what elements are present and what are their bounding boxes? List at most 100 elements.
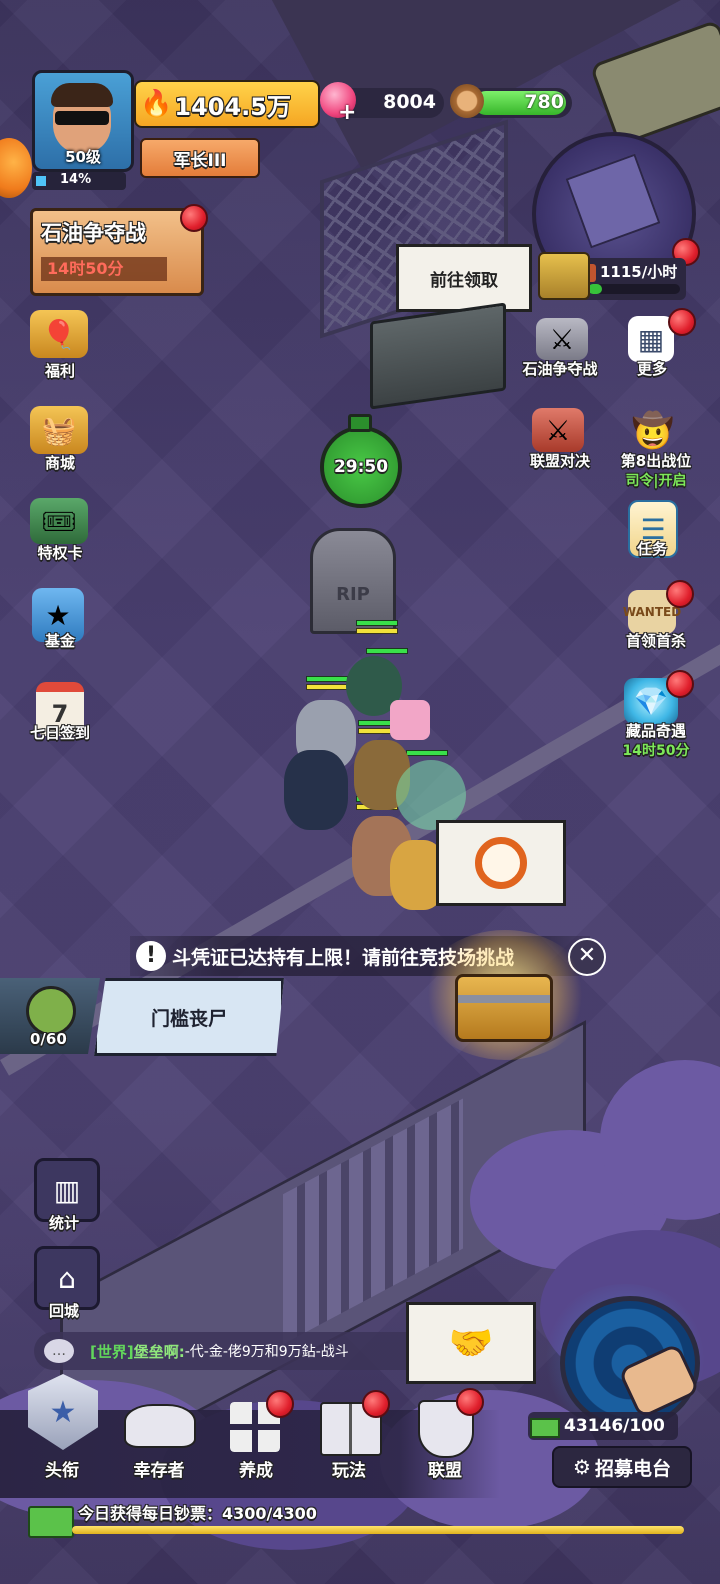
nav-item-alliance[interactable]: 联盟: [402, 1388, 488, 1490]
player-avatar[interactable]: 50级: [32, 70, 134, 172]
production-bar: [588, 284, 680, 294]
treasure-chest-icon[interactable]: [455, 974, 553, 1042]
oil-event-banner[interactable]: 石油争夺战 14时50分: [30, 208, 204, 296]
star-badge-icon: ★: [28, 1374, 98, 1450]
tombstone: RIP: [310, 528, 396, 634]
production-rate: 1115/小时: [600, 263, 678, 281]
hat-icon: [124, 1404, 196, 1448]
daily-cash-bar: [72, 1526, 684, 1534]
oil-pump-icon: [538, 252, 590, 300]
gem-value: 8004: [383, 91, 436, 113]
right-menu: ⚔ 石油争夺战 ▦ 更多 ⚔ 联盟对决 🤠 第8出战位 司令|开启 ☰ 任务 W…: [510, 308, 720, 776]
boss-red-dot: [666, 580, 694, 608]
crossed-swords-icon[interactable]: ⚔: [532, 408, 584, 452]
menu-label-fund: 基金: [44, 632, 75, 650]
enemy-progress: 0/60: [30, 1030, 67, 1048]
daily-cash-panel: 今日获得每日钞票：4300/4300: [28, 1500, 688, 1550]
menu-label-signin: 七日签到: [29, 724, 90, 742]
claim-bubble[interactable]: 前往领取: [396, 244, 532, 312]
hero-health-bar: [366, 648, 408, 654]
menu-label-collection: 藏品奇遇: [625, 722, 686, 740]
cash-stack-icon: [28, 1506, 74, 1538]
menu-label-oil-war: 石油争夺战: [522, 360, 598, 378]
tombstone-text: RIP: [336, 584, 370, 605]
oil-event-timer: 14时50分: [41, 257, 167, 281]
handshake-icon: 🤝: [448, 1323, 494, 1364]
menu-label-alliance-duel: 联盟对决: [529, 452, 590, 470]
chat-sender: 堡垒啊:: [133, 1342, 185, 1361]
rank-label: 军长III: [173, 150, 227, 171]
gear-icon: ⚙: [573, 1455, 591, 1479]
nav-label-title: 头衔: [45, 1461, 79, 1481]
privilege-card-icon[interactable]: 🎟: [30, 498, 88, 544]
hero-health-bar: [356, 620, 398, 626]
alliance-red-dot: [456, 1388, 484, 1416]
power-panel[interactable]: 🔥 1404.5万: [134, 80, 320, 128]
recruit-button[interactable]: ⚙ 招募电台: [552, 1446, 692, 1488]
hero-energy-bar: [356, 628, 398, 634]
nav-label-alliance: 联盟: [428, 1461, 462, 1481]
search-bubble[interactable]: [436, 820, 566, 906]
oil-war-icon[interactable]: ⚔: [536, 318, 588, 360]
stopwatch-countdown: 29:50: [333, 457, 389, 477]
return-label: 回城: [48, 1302, 79, 1320]
menu-sub-slot8: 司令|开启: [625, 473, 687, 489]
stopwatch-knob: [348, 414, 372, 432]
gameplay-red-dot: [362, 1390, 390, 1418]
minimap-base: [565, 153, 661, 249]
enemy-name-plate: 门槛丧尸: [94, 978, 284, 1056]
chat-channel: [世界]: [90, 1342, 134, 1361]
alliance-help-bubble[interactable]: 🤝: [406, 1302, 536, 1384]
daily-cash-fill: [72, 1526, 684, 1534]
rank-badge[interactable]: 军长III: [140, 138, 260, 178]
menu-label-welfare: 福利: [44, 362, 75, 380]
menu-label-slot8: 第8出战位: [620, 452, 692, 470]
stopwatch-icon[interactable]: 29:50: [320, 426, 402, 508]
left-menu: 🎈 福利 🧺 商城 🎟 特权卡 ★ 基金 7 七日签到: [20, 310, 100, 750]
chat-bar[interactable]: … [世界] 堡垒啊: -代-金-佬9万和9万鉆-战斗: [34, 1332, 454, 1370]
chat-message: -代-金-佬9万和9万鉆-战斗: [184, 1344, 349, 1360]
avatar-hair: [51, 83, 113, 107]
wood-value: 780: [524, 91, 564, 113]
gem-plus-icon[interactable]: +: [338, 100, 356, 125]
nav-item-gameplay[interactable]: 玩法: [306, 1390, 392, 1490]
cash-icon: [530, 1418, 560, 1438]
recruit-label: 招募电台: [594, 1457, 671, 1480]
warning-icon: !: [136, 941, 166, 971]
magnifier-icon: [475, 837, 527, 889]
enemy-portrait: 0/60: [0, 978, 100, 1054]
nav-label-develop: 养成: [239, 1461, 273, 1481]
enemy-wave-panel[interactable]: 0/60 门槛丧尸: [0, 978, 284, 1056]
shop-basket-icon[interactable]: 🧺: [30, 406, 88, 454]
enemy-name: 门槛丧尸: [150, 1007, 227, 1030]
collection-red-dot: [666, 670, 694, 698]
claim-label: 前往领取: [430, 270, 498, 291]
hero-unit: [396, 760, 466, 830]
hero-energy-bar: [306, 684, 348, 690]
stats-label: 统计: [48, 1214, 79, 1232]
hero-health-bar: [406, 750, 448, 756]
cash-counter: 43146/100: [528, 1412, 678, 1440]
xp-percent: 14%: [60, 172, 92, 187]
oil-event-title: 石油争夺战: [41, 221, 146, 245]
nav-label-gameplay: 玩法: [332, 1461, 366, 1481]
cash-value: 43146/100: [564, 1416, 665, 1436]
develop-red-dot: [266, 1390, 294, 1418]
avatar-sunglasses: [55, 111, 109, 125]
menu-label-more: 更多: [636, 360, 667, 378]
menu-label-boss: 首领首杀: [625, 632, 686, 650]
gem-counter[interactable]: + 8004: [320, 82, 444, 125]
nav-item-survivor[interactable]: 幸存者: [116, 1396, 202, 1490]
nav-item-develop[interactable]: 养成: [216, 1390, 296, 1490]
balloon-gift-icon[interactable]: 🎈: [30, 310, 88, 358]
menu-sub-collection: 14时50分: [622, 743, 690, 759]
power-value: 1404.5万: [174, 92, 291, 121]
hero-unit: [390, 700, 430, 740]
cowboy-hat-icon[interactable]: 🤠: [622, 411, 684, 451]
nav-item-title[interactable]: ★ 头衔: [14, 1374, 110, 1490]
menu-label-privilege: 特权卡: [37, 544, 83, 562]
zombie-head-icon: [26, 986, 76, 1036]
truck: [589, 19, 720, 147]
avatar-level: 50级: [65, 148, 101, 166]
nav-label-survivor: 幸存者: [133, 1461, 185, 1481]
